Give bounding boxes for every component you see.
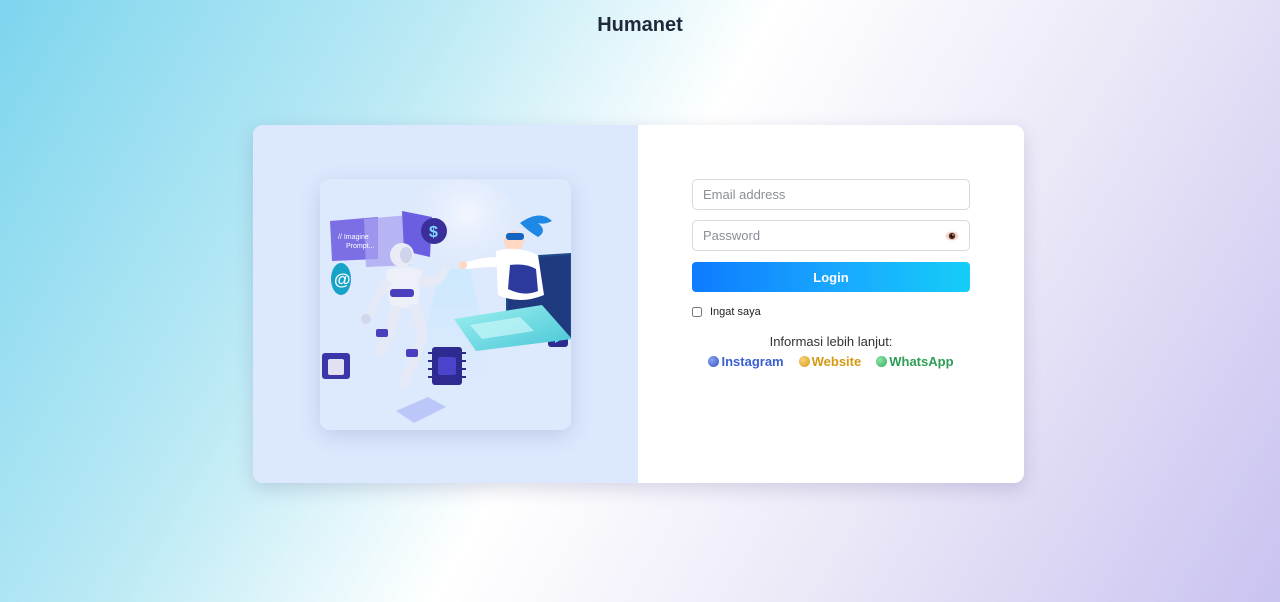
remember-label: Ingat saya (710, 306, 761, 318)
robot-human-illustration: // Imagine Prompt... $ @ (320, 179, 571, 430)
login-button[interactable]: Login (692, 262, 970, 292)
robot-torso (386, 267, 422, 308)
whatsapp-link[interactable]: WhatsApp (876, 354, 954, 369)
login-form-panel: Login Ingat saya Informasi lebih lanjut:… (638, 125, 1024, 483)
website-link[interactable]: Website (798, 354, 862, 369)
email-field[interactable] (692, 179, 970, 210)
illustration-panel: // Imagine Prompt... $ @ (253, 125, 638, 483)
social-links: Instagram Website WhatsApp (692, 354, 970, 369)
login-card: // Imagine Prompt... $ @ Email address L… (253, 125, 1024, 483)
remember-checkbox[interactable] (692, 307, 702, 317)
eye-icon[interactable] (945, 229, 959, 243)
prompt-text-1: // Imagine (338, 234, 369, 241)
more-info-label: Informasi lebih lanjut: (769, 334, 893, 349)
whatsapp-icon (876, 356, 888, 367)
password-field[interactable] (692, 220, 970, 251)
website-icon (798, 356, 810, 367)
website-label: Website (811, 354, 862, 369)
hero-illustration: // Imagine Prompt... $ @ (320, 179, 571, 430)
svg-text:@: @ (334, 270, 351, 289)
instagram-link[interactable]: Instagram (708, 354, 784, 369)
instagram-icon (708, 356, 720, 367)
prompt-text-2: Prompt... (346, 243, 374, 250)
remember-me[interactable]: Ingat saya (692, 306, 761, 318)
svg-text:$: $ (429, 224, 438, 241)
instagram-label: Instagram (721, 354, 784, 369)
email-input[interactable] (693, 187, 969, 202)
brand-title: Humanet (597, 14, 683, 36)
password-input[interactable] (693, 228, 969, 243)
whatsapp-label: WhatsApp (889, 354, 954, 369)
